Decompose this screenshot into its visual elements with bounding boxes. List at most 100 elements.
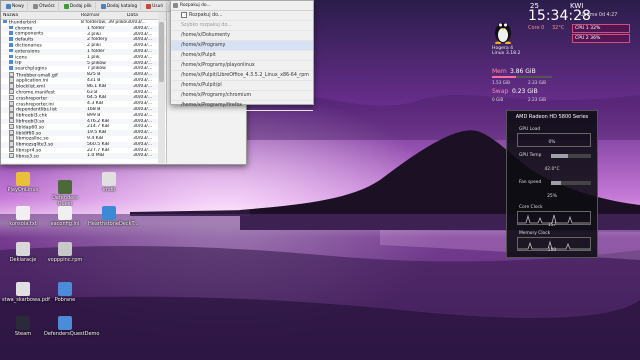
- folder-icon: [9, 31, 13, 35]
- file-icon: [9, 83, 14, 89]
- column-size[interactable]: Rozmiar: [81, 13, 127, 18]
- folder-icon: [9, 66, 13, 70]
- core-clock-value: 157: [547, 223, 557, 228]
- extract-to-menu: Rozpakuj do... Rozpakuj do... Szybko roz…: [170, 0, 314, 111]
- file-list[interactable]: Nazwa Rozmiar Data thunderbird 8 folderów…: [1, 12, 167, 163]
- desktop-shortcut[interactable]: imdb: [88, 172, 130, 193]
- swap-free: 2.23 GiB: [528, 97, 546, 102]
- mem-bar: [492, 76, 552, 78]
- desktop-shortcut-label: PlayOnLinux: [7, 187, 39, 193]
- folder-icon: [9, 37, 13, 41]
- core-label: Core 0: [528, 25, 545, 31]
- extract-destination-item[interactable]: /home/x/Dokumenty: [171, 31, 313, 41]
- desktop-shortcut-label: HearthstoneDeckT...: [88, 221, 139, 227]
- desktop-shortcut-label: DefendersQuestDemo: [44, 331, 100, 337]
- gpu-title: AMD Radeon HD 5800 Series: [515, 114, 589, 120]
- gpu-load-label: GPU Load: [519, 127, 541, 132]
- core-temp: 32°C: [552, 25, 565, 31]
- desktop-shortcut-label: stwa_skarbowa.pdf: [2, 297, 50, 303]
- file-list-scrollbar[interactable]: [158, 12, 165, 163]
- desktop-shortcut-label: eaconfig.ini: [50, 221, 80, 227]
- imdb-icon: [102, 172, 116, 186]
- file-icon: [9, 129, 14, 136]
- defenders-quest-icon: [58, 180, 72, 194]
- text-file-icon: [16, 206, 30, 220]
- delete-button[interactable]: Usuń: [143, 2, 168, 10]
- desktop-shortcut[interactable]: vopppinc.rpm: [44, 242, 86, 263]
- extract-destination-item[interactable]: /home/x/Pulpit: [171, 51, 313, 61]
- file-icon: [9, 88, 14, 95]
- extract-toolbar: Rozpakuj do...: [171, 1, 313, 11]
- open-button[interactable]: Otwórz: [30, 2, 59, 10]
- folder-icon: [58, 316, 72, 330]
- file-name: extensions: [15, 49, 40, 55]
- uptime: Uptime 0d 4:27: [580, 13, 618, 18]
- file-name: icons: [15, 54, 27, 60]
- folder-icon: [9, 54, 13, 59]
- file-icon: [9, 112, 14, 118]
- desktop-shortcut-label: Pobrane: [54, 297, 76, 303]
- extract-destination-item[interactable]: /home/x/Programy: [171, 41, 313, 51]
- column-date[interactable]: Data: [127, 13, 157, 18]
- add-folder-button[interactable]: Dodaj katalog: [98, 2, 142, 10]
- cpu2-meter: CPU 2 36%: [572, 34, 630, 43]
- desktop-shortcut[interactable]: HearthstoneDeckT...: [88, 206, 139, 227]
- gpu-load-value: 0%: [548, 140, 556, 145]
- add-file-button[interactable]: Dodaj plik: [61, 2, 96, 10]
- mem-used: 1.53 GiB: [492, 80, 510, 85]
- core-clock-label: Core Clock: [519, 205, 543, 210]
- desktop-shortcut[interactable]: konsola.txt: [2, 206, 44, 227]
- add-folder-icon: [100, 3, 106, 9]
- extract-to-button[interactable]: Rozpakuj do...: [180, 3, 211, 8]
- mem-free: 2.33 GiB: [528, 80, 546, 85]
- column-name[interactable]: Nazwa: [1, 13, 81, 18]
- desktop-shortcut[interactable]: stwa_skarbowa.pdf: [2, 282, 50, 303]
- gpu-temp-bar: [551, 154, 591, 158]
- new-button[interactable]: Nowy: [3, 2, 29, 10]
- extract-destination-item[interactable]: /home/x/Programy/chromium: [171, 91, 313, 101]
- gpu-temp-value: 42.0°C: [544, 167, 560, 172]
- desktop-shortcut-label: konsola.txt: [9, 221, 37, 227]
- file-name: components: [15, 31, 44, 37]
- file-list-header: Nazwa Rozmiar Data: [1, 12, 166, 20]
- mem-label: Mem: [492, 68, 507, 75]
- file-name: defaults: [15, 37, 34, 43]
- scrollbar-thumb[interactable]: [159, 22, 164, 82]
- desktop-shortcut[interactable]: DefendersQuestDemo: [44, 316, 100, 337]
- folder-icon: [9, 25, 13, 30]
- desktop-shortcut[interactable]: Defenders Quest: [44, 180, 86, 207]
- delete-icon: [146, 3, 152, 9]
- gpu-monitor-panel: AMD Radeon HD 5800 Series GPU Load 0% GP…: [506, 110, 598, 258]
- extract-header[interactable]: Rozpakuj do...: [171, 11, 313, 21]
- file-icon: [9, 152, 14, 159]
- extract-destination-item[interactable]: Szybko rozpakuj do...: [171, 21, 313, 31]
- file-icon: [9, 117, 14, 124]
- desktop-shortcut[interactable]: Steam: [2, 316, 44, 337]
- desktop-shortcut[interactable]: Deklaracje: [2, 242, 44, 263]
- desktop-shortcut[interactable]: PlayOnLinux: [2, 172, 44, 193]
- tux-penguin-icon: [495, 23, 511, 44]
- extract-destination-item[interactable]: /home/x/Pulpit/LibreOffice_4.3.5.2_Linux…: [171, 71, 313, 81]
- desktop-shortcut[interactable]: eaconfig.ini: [44, 206, 86, 227]
- desktop-shortcut[interactable]: Pobrane: [44, 282, 86, 303]
- file-icon: [9, 123, 14, 130]
- extract-icon: [173, 3, 178, 8]
- folder-icon: [58, 282, 72, 296]
- document-icon: [16, 242, 30, 256]
- gpu-temp-label: GPU Temp: [519, 153, 542, 158]
- folder-icon: [9, 43, 13, 47]
- file-name: libnss3.so: [16, 153, 39, 159]
- host-info: Hogera 4 Linux 3.18.2: [492, 46, 521, 56]
- package-icon: [58, 242, 72, 256]
- extract-destination-item[interactable]: /home/x/Programy/playonlinux: [171, 61, 313, 71]
- file-size: 1.0 MiB: [87, 153, 105, 159]
- extract-destination-item[interactable]: /home/x/Programy/firefox: [171, 101, 313, 111]
- file-icon: [9, 77, 14, 83]
- file-row[interactable]: libnss3.so 1.0 MiB 30/03/...: [1, 152, 166, 160]
- new-window-icon: [6, 3, 11, 9]
- checkbox[interactable]: [181, 11, 187, 18]
- archive-icon: [102, 206, 116, 220]
- extract-destination-item[interactable]: /home/x/Pulpit/pl: [171, 81, 313, 91]
- swap-label: Swap: [492, 88, 509, 95]
- file-icon: [9, 146, 14, 153]
